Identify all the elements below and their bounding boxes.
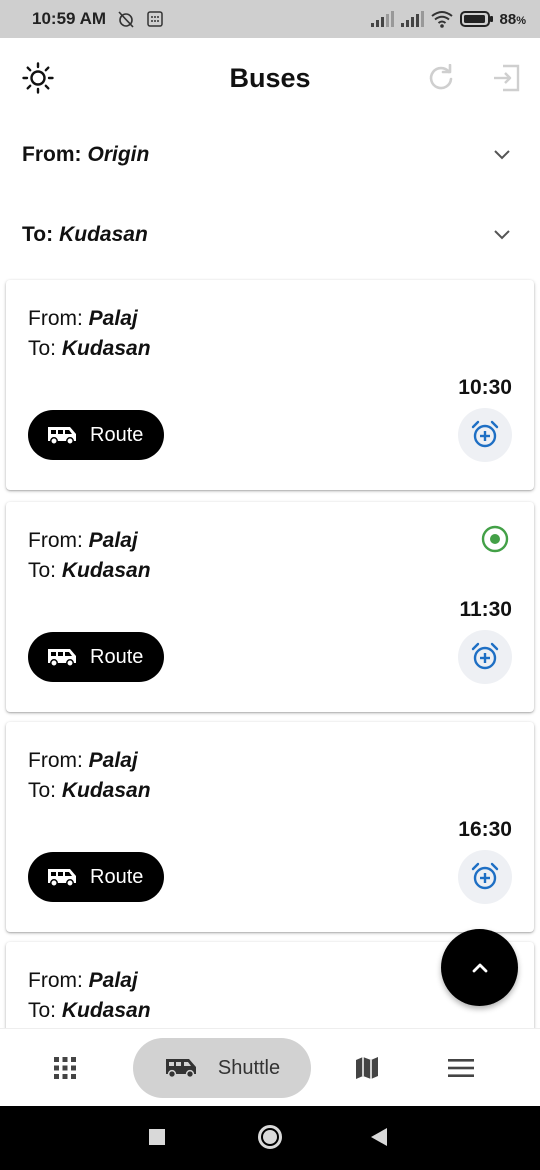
alarm-add-icon bbox=[471, 420, 499, 448]
to-select[interactable]: To: Kudasan bbox=[0, 200, 540, 270]
alarm-off-icon bbox=[118, 11, 134, 28]
battery-level: 88% bbox=[500, 11, 526, 28]
alarm-add-icon bbox=[471, 642, 499, 670]
card-from-value: Palaj bbox=[88, 307, 138, 330]
recents-button[interactable] bbox=[149, 1129, 165, 1145]
battery-value: 88 bbox=[499, 10, 517, 28]
bus-list[interactable]: From: Palaj To: Kudasan 10:30 Route From… bbox=[0, 278, 540, 1028]
page-title: Buses bbox=[229, 62, 311, 93]
card-to: To: Kudasan bbox=[28, 337, 151, 361]
departure-time: 16:30 bbox=[458, 818, 512, 841]
van-icon bbox=[48, 427, 76, 445]
signal-icon bbox=[370, 11, 394, 27]
set-alarm-button[interactable] bbox=[458, 408, 512, 462]
route-button-label: Route bbox=[90, 423, 144, 446]
logout-icon bbox=[494, 64, 520, 92]
chevron-up-icon bbox=[472, 963, 487, 972]
alarm-add-icon bbox=[471, 862, 499, 890]
card-from-value: Palaj bbox=[88, 969, 138, 992]
card-from-label: From: bbox=[28, 969, 83, 992]
set-alarm-button[interactable] bbox=[458, 850, 512, 904]
refresh-icon bbox=[429, 64, 453, 90]
to-select-label: To: bbox=[22, 223, 54, 246]
card-from: From: Palaj bbox=[28, 529, 138, 553]
card-to-value: Kudasan bbox=[61, 779, 151, 802]
nav-map[interactable] bbox=[342, 1029, 392, 1107]
brightness-icon bbox=[22, 62, 54, 94]
map-icon bbox=[356, 1057, 378, 1079]
card-to-value: Kudasan bbox=[61, 559, 151, 582]
status-time: 10:59 AM bbox=[32, 9, 107, 28]
app-header: Buses bbox=[0, 38, 540, 118]
refresh-button[interactable] bbox=[421, 58, 461, 98]
wifi-icon bbox=[430, 11, 453, 28]
card-to-label: To: bbox=[28, 999, 57, 1022]
card-from: From: Palaj bbox=[28, 749, 138, 773]
van-icon bbox=[48, 649, 76, 667]
van-icon bbox=[165, 1059, 196, 1079]
nav-shuttle-label: Shuttle bbox=[217, 1056, 281, 1079]
from-select[interactable]: From: Origin bbox=[0, 120, 540, 190]
nav-menu[interactable] bbox=[436, 1029, 486, 1107]
theme-toggle-button[interactable] bbox=[18, 58, 58, 98]
bottom-navigation: Shuttle bbox=[0, 1028, 540, 1106]
card-from-value: Palaj bbox=[88, 749, 138, 772]
chevron-down-icon bbox=[494, 230, 510, 240]
card-to-value: Kudasan bbox=[61, 999, 151, 1022]
card-to: To: Kudasan bbox=[28, 559, 151, 583]
van-icon bbox=[48, 869, 76, 887]
nav-grid[interactable] bbox=[40, 1029, 90, 1107]
card-from-label: From: bbox=[28, 749, 83, 772]
from-select-label: From: bbox=[22, 143, 82, 166]
home-button[interactable] bbox=[258, 1125, 282, 1149]
card-from: From: Palaj bbox=[28, 969, 138, 993]
grid-icon bbox=[54, 1057, 76, 1079]
logout-button[interactable] bbox=[487, 58, 527, 98]
card-from-value: Palaj bbox=[88, 529, 138, 552]
route-button-label: Route bbox=[90, 645, 144, 668]
card-from-label: From: bbox=[28, 307, 83, 330]
notification-icon bbox=[147, 11, 163, 27]
signal-icon-2 bbox=[400, 11, 424, 27]
departure-time: 10:30 bbox=[458, 376, 512, 399]
menu-icon bbox=[448, 1059, 474, 1077]
departure-time: 11:30 bbox=[459, 598, 512, 621]
live-indicator-icon bbox=[481, 525, 509, 553]
set-alarm-button[interactable] bbox=[458, 630, 512, 684]
card-to-label: To: bbox=[28, 779, 57, 802]
route-button[interactable]: Route bbox=[28, 632, 164, 682]
scroll-to-top-button[interactable] bbox=[441, 929, 518, 1006]
battery-unit: % bbox=[516, 14, 526, 27]
to-select-value: Kudasan bbox=[59, 223, 148, 246]
battery-icon bbox=[459, 11, 493, 27]
card-to: To: Kudasan bbox=[28, 999, 151, 1023]
route-button[interactable]: Route bbox=[28, 852, 164, 902]
card-to-label: To: bbox=[28, 337, 57, 360]
card-to: To: Kudasan bbox=[28, 779, 151, 803]
card-to-value: Kudasan bbox=[61, 337, 151, 360]
system-navigation-bar bbox=[0, 1106, 540, 1170]
status-bar: 10:59 AM 88% bbox=[0, 0, 540, 38]
chevron-down-icon bbox=[494, 150, 510, 160]
nav-shuttle[interactable]: Shuttle bbox=[133, 1038, 311, 1098]
card-from: From: Palaj bbox=[28, 307, 138, 331]
route-button[interactable]: Route bbox=[28, 410, 164, 460]
card-from-label: From: bbox=[28, 529, 83, 552]
app-screen: 10:59 AM 88% Buses From: Origin To: Kuda… bbox=[0, 0, 540, 1170]
bus-card: From: Palaj To: Kudasan 10:30 Route bbox=[6, 280, 534, 490]
bus-card: From: Palaj To: Kudasan 11:30 Route bbox=[6, 502, 534, 712]
from-select-value: Origin bbox=[87, 143, 150, 166]
bus-card: From: Palaj To: Kudasan 16:30 Route bbox=[6, 722, 534, 932]
route-button-label: Route bbox=[90, 865, 144, 888]
card-to-label: To: bbox=[28, 559, 57, 582]
back-button[interactable] bbox=[371, 1128, 387, 1146]
